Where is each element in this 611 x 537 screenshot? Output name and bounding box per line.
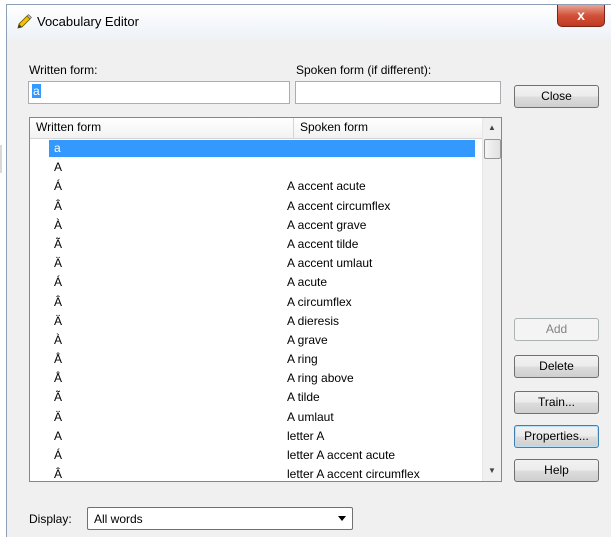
list-item[interactable]: Ä A umlaut xyxy=(30,408,482,427)
window-close-button[interactable]: x xyxy=(557,5,605,27)
list-item[interactable]: Aletter A xyxy=(30,427,482,446)
written-form-cell: Å xyxy=(54,371,63,386)
list-item[interactable]: Ã A accent tilde xyxy=(30,235,482,254)
written-form-cell: Ã xyxy=(54,236,63,251)
written-form-cell: Á xyxy=(54,275,63,290)
list-header: Written form Spoken form xyxy=(30,118,482,139)
written-form-cell: Â xyxy=(54,467,63,482)
spoken-form-cell: A ring xyxy=(287,352,318,367)
written-form-cell: Å xyxy=(54,352,63,367)
written-form-cell: A xyxy=(54,160,63,175)
written-form-input[interactable]: a xyxy=(28,81,290,104)
vertical-scrollbar[interactable]: ▲ ▼ xyxy=(482,118,501,481)
list-item[interactable]: Áletter A accent acute xyxy=(30,446,482,465)
column-header-spoken-form[interactable]: Spoken form xyxy=(294,118,482,138)
list-item[interactable]: Â A circumflex xyxy=(30,293,482,312)
scroll-thumb[interactable] xyxy=(484,139,501,159)
delete-button[interactable]: Delete xyxy=(514,355,599,378)
spoken-form-cell: A accent umlaut xyxy=(287,256,373,271)
written-form-cell: Ä xyxy=(54,256,63,271)
spoken-form-input[interactable] xyxy=(295,81,501,104)
spoken-form-cell: letter A xyxy=(287,428,325,443)
list-item[interactable]: Ä A accent umlaut xyxy=(30,254,482,273)
background-window-edge xyxy=(0,145,2,173)
spoken-form-cell: A accent tilde xyxy=(287,236,359,251)
list-item[interactable]: a xyxy=(30,139,482,158)
written-form-cell: Â xyxy=(54,198,63,213)
spoken-form-cell: A circumflex xyxy=(287,294,352,309)
spoken-form-cell: A grave xyxy=(287,332,328,347)
train-button[interactable]: Train... xyxy=(514,391,599,414)
help-button[interactable]: Help xyxy=(514,459,599,482)
list-item[interactable]: Âletter A accent circumflex xyxy=(30,465,482,482)
spoken-form-cell: letter A accent circumflex xyxy=(287,467,420,482)
written-form-cell: Á xyxy=(54,448,63,462)
spoken-form-cell: A accent acute xyxy=(287,179,366,194)
properties-button[interactable]: Properties... xyxy=(514,425,599,448)
column-header-written-form[interactable]: Written form xyxy=(30,118,294,138)
written-form-cell: a xyxy=(54,141,61,155)
list-item[interactable]: À A grave xyxy=(30,331,482,350)
written-form-cell: Ä xyxy=(54,409,63,424)
written-form-cell: À xyxy=(54,332,63,347)
list-item[interactable]: A xyxy=(30,158,482,177)
display-label: Display: xyxy=(29,512,72,526)
vocabulary-editor-dialog: Vocabulary Editor x Written form: Spoken… xyxy=(6,4,611,537)
written-form-cell: Ä xyxy=(54,313,63,328)
title-bar: Vocabulary Editor x xyxy=(7,5,611,39)
vocabulary-list[interactable]: Written form Spoken form aAÁA accent acu… xyxy=(29,117,502,482)
list-item[interactable]: Ã A tilde xyxy=(30,388,482,407)
list-item[interactable]: Á A acute xyxy=(30,273,482,292)
written-form-value: a xyxy=(32,84,41,98)
list-rows: aAÁA accent acute Â A accent circumflex À A … xyxy=(30,139,482,482)
chevron-down-icon xyxy=(338,516,346,521)
list-item[interactable]: Å A ring xyxy=(30,350,482,369)
written-form-cell: Ã xyxy=(54,390,63,405)
written-form-cell: À xyxy=(54,217,63,232)
list-item[interactable]: Á A accent acute xyxy=(30,177,482,196)
spoken-form-cell: A tilde xyxy=(287,390,320,405)
list-item[interactable]: À A accent grave xyxy=(30,216,482,235)
spoken-form-cell: A accent grave xyxy=(287,217,367,232)
list-item[interactable]: Â A accent circumflex xyxy=(30,197,482,216)
written-form-cell: Á xyxy=(54,179,63,194)
scroll-down-icon[interactable]: ▼ xyxy=(483,462,501,480)
spoken-form-cell: A ring above xyxy=(287,371,354,386)
scroll-up-icon[interactable]: ▲ xyxy=(483,119,501,137)
window-title: Vocabulary Editor xyxy=(37,14,139,29)
list-item[interactable]: Ä A dieresis xyxy=(30,312,482,331)
display-select-value: All words xyxy=(94,512,143,526)
spoken-form-cell: A umlaut xyxy=(287,409,334,424)
written-form-cell: Â xyxy=(54,294,63,309)
list-item[interactable]: Å A ring above xyxy=(30,369,482,388)
spoken-form-cell: A accent circumflex xyxy=(287,198,391,213)
written-form-label: Written form: xyxy=(29,63,98,77)
written-form-cell: A xyxy=(54,428,63,443)
pencil-icon xyxy=(17,14,32,29)
spoken-form-label: Spoken form (if different): xyxy=(296,63,432,77)
display-select[interactable]: All words xyxy=(87,507,353,530)
spoken-form-cell: letter A accent acute xyxy=(287,448,396,462)
spoken-form-cell: A dieresis xyxy=(287,313,340,328)
add-button[interactable]: Add xyxy=(514,318,599,341)
close-button[interactable]: Close xyxy=(514,85,599,108)
spoken-form-cell: A acute xyxy=(287,275,328,290)
